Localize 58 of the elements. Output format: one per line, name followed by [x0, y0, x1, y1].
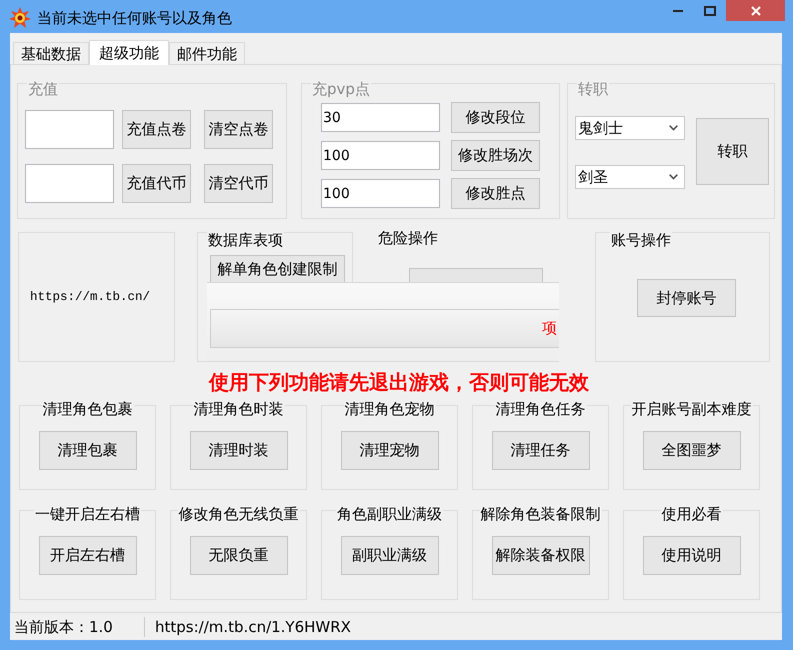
job-change-button[interactable]: 转职 [696, 118, 769, 185]
group-title: 一键开启左右槽 [34, 505, 141, 523]
pvp-input[interactable]: 100 [321, 141, 440, 170]
close-button[interactable] [726, 0, 785, 21]
modify-button[interactable]: 修改胜场次 [451, 140, 540, 171]
group-title: 充pvp点 [311, 80, 371, 98]
action-button[interactable]: 解除装备权限 [492, 536, 590, 575]
minimize-icon [673, 10, 683, 12]
recharge-button[interactable]: 充值代币 [122, 164, 191, 203]
amount-input[interactable] [25, 164, 114, 203]
group-title: 解除角色装备限制 [480, 505, 602, 523]
action-button[interactable]: 清理包裹 [38, 431, 136, 470]
group-title: 清理角色宠物 [344, 400, 436, 418]
action-button[interactable]: 清理任务 [492, 431, 590, 470]
unlock-button[interactable]: 解单角色创建限制 [210, 255, 345, 282]
action-button[interactable]: 清理时装 [190, 431, 288, 470]
tab[interactable]: 邮件功能 [169, 42, 245, 64]
action-button[interactable]: 副职业满级 [340, 536, 438, 575]
group-title: 充值 [27, 80, 59, 98]
action-button[interactable]: 全图噩梦 [642, 431, 740, 470]
group-title: 使用必看 [660, 505, 722, 523]
recharge-button[interactable]: 清空点卷 [204, 110, 273, 149]
recharge-button[interactable]: 清空代币 [204, 164, 273, 203]
amount-input[interactable] [25, 110, 114, 149]
tab[interactable]: 超级功能 [89, 40, 169, 65]
status-link[interactable]: https://m.tb.cn/1.Y6HWRX [145, 616, 351, 636]
group-title: 角色副职业满级 [336, 505, 443, 523]
section-title: 危险操作 [378, 229, 438, 247]
pvp-input[interactable]: 30 [321, 103, 440, 132]
group-title: 数据库表项 [207, 231, 284, 249]
modify-button[interactable]: 修改胜点 [451, 178, 540, 209]
version-text: 当前版本：1.0 [10, 616, 145, 636]
group-title: 清理角色包裹 [42, 400, 134, 418]
group-title: 开启账号副本难度 [630, 400, 752, 418]
maximize-icon [704, 6, 716, 16]
class-dropdown[interactable]: 剑圣 [575, 165, 685, 189]
ban-account-button[interactable]: 封停账号 [637, 279, 736, 317]
group-title: 修改角色无线负重 [178, 505, 300, 523]
pvp-input[interactable]: 100 [321, 179, 440, 208]
class-dropdown[interactable]: 鬼剑士 [575, 116, 685, 140]
window-title: 当前未选中任何账号以及角色 [37, 8, 232, 28]
close-icon [750, 6, 760, 16]
action-button[interactable]: 清理宠物 [340, 431, 438, 470]
recharge-button[interactable]: 充值点卷 [122, 110, 191, 149]
group-title: 清理角色任务 [494, 400, 586, 418]
app-icon [9, 7, 31, 29]
warning-text: 使用下列功能请先退出游戏，否则可能无效 [208, 370, 590, 394]
group-title: 清理角色时装 [192, 400, 284, 418]
action-button[interactable]: 使用说明 [642, 536, 740, 575]
tab[interactable]: 基础数据 [13, 42, 89, 64]
chevron-down-icon [669, 174, 678, 180]
link-text: https://m.tb.cn/ [30, 289, 150, 305]
chevron-down-icon [669, 125, 678, 131]
action-button[interactable]: 开启左右槽 [38, 536, 136, 575]
group-title: 账号操作 [610, 231, 672, 249]
modify-button[interactable]: 修改段位 [451, 102, 540, 133]
group-title: 转职 [577, 80, 609, 98]
action-button[interactable]: 无限负重 [190, 536, 288, 575]
